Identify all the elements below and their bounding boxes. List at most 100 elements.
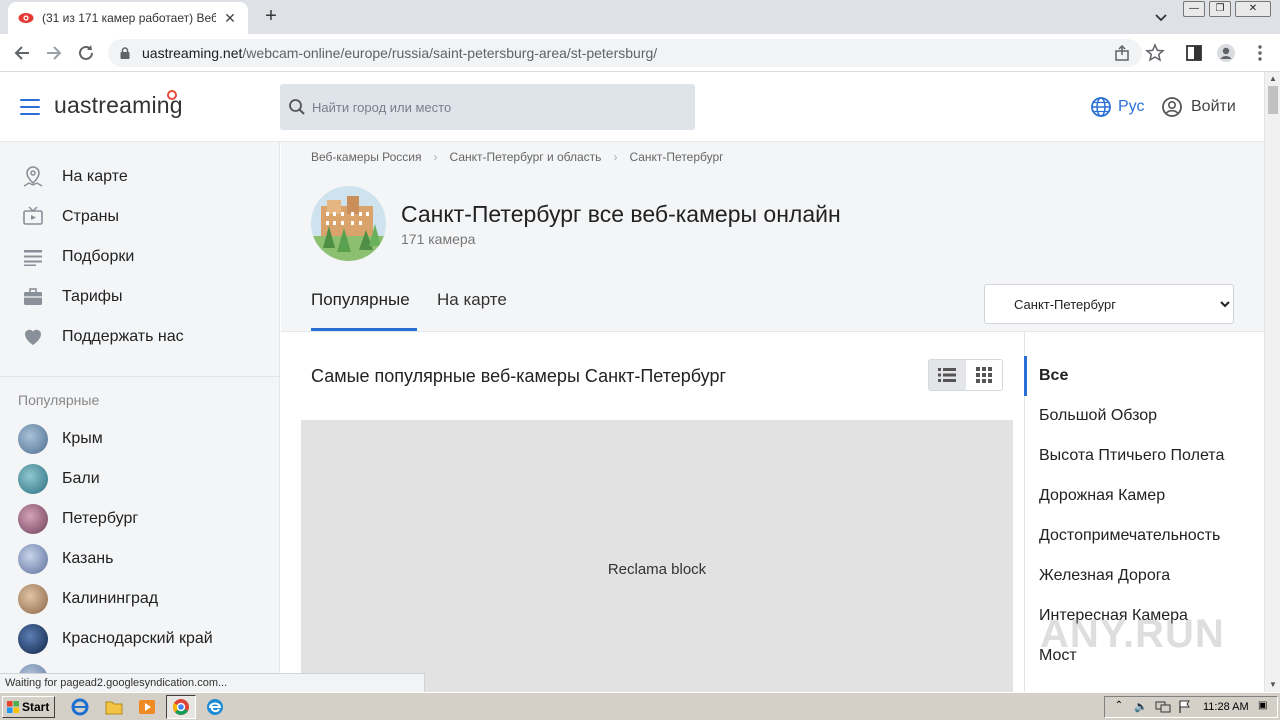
web-page: uastreaming Рус Войти На к (0, 72, 1264, 692)
media-player-icon[interactable] (137, 697, 157, 717)
address-bar[interactable]: uastreaming.net/webcam-online/europe/rus… (108, 39, 1142, 67)
category-item[interactable]: Достопримечательность (1039, 527, 1220, 545)
sidebar-item-collections[interactable]: Подборки (20, 245, 134, 269)
search-icon (289, 99, 305, 115)
tab-on-map[interactable]: На карте (437, 290, 507, 310)
profile-icon[interactable] (1216, 43, 1236, 63)
popular-item-petersburg[interactable]: Петербург (18, 504, 138, 534)
category-item[interactable]: Высота Птичьего Полета (1039, 447, 1224, 465)
sidebar-item-pricing[interactable]: Тарифы (20, 285, 122, 309)
minimize-button[interactable]: — (1183, 1, 1205, 17)
avatar (18, 504, 48, 534)
list-view-button[interactable] (929, 360, 966, 390)
popular-item-bali[interactable]: Бали (18, 464, 100, 494)
start-label: Start (22, 700, 50, 714)
search-box[interactable] (280, 84, 695, 130)
share-icon[interactable] (1112, 43, 1132, 63)
briefcase-icon (20, 285, 46, 309)
category-item[interactable]: Железная Дорога (1039, 567, 1170, 585)
taskbar: Start ⌃ 🔈 11:28 AM ▣ (0, 692, 1280, 720)
popular-item-kaliningrad[interactable]: Калининград (18, 584, 158, 614)
city-hero: Веб-камеры Россия › Санкт-Петербург и об… (281, 142, 1264, 332)
popular-item-kazan[interactable]: Казань (18, 544, 113, 574)
login-button[interactable]: Войти (1161, 96, 1236, 118)
avatar (18, 424, 48, 454)
reload-icon[interactable] (76, 43, 96, 63)
popular-item-krasnodar[interactable]: Краснодарский край (18, 624, 213, 654)
volume-icon[interactable]: 🔈 (1133, 700, 1149, 714)
breadcrumb-link[interactable]: Веб-камеры Россия (311, 150, 422, 164)
notification-icon[interactable]: ▣ (1255, 700, 1271, 714)
watermark-logo: ANY.RUN (1040, 612, 1225, 656)
url-path: /webcam-online/europe/russia/saint-peter… (242, 45, 658, 61)
grid-view-button[interactable] (965, 360, 1002, 390)
search-input[interactable] (312, 99, 682, 115)
popular-item-label: Крым (62, 430, 103, 447)
avatar (18, 624, 48, 654)
login-label: Войти (1191, 98, 1236, 115)
sidebar-item-countries[interactable]: Страны (20, 205, 119, 229)
grid-view-icon (975, 367, 992, 383)
popular-item-label: Калининград (62, 590, 159, 607)
popular-item-label: Петербург (62, 510, 139, 527)
more-menu-icon[interactable] (1250, 43, 1270, 63)
breadcrumb-link[interactable]: Санкт-Петербург и область (450, 150, 602, 164)
edge-icon[interactable] (205, 697, 225, 717)
sidebar-item-map[interactable]: На карте (20, 165, 128, 189)
new-tab-button[interactable]: + (260, 5, 282, 27)
tray-arrow-icon[interactable]: ⌃ (1111, 700, 1127, 714)
camera-count: 171 камера (401, 231, 476, 247)
list-icon (20, 245, 46, 269)
browser-status-text: Waiting for pagead2.googlesyndication.co… (0, 673, 425, 693)
network-icon[interactable] (1155, 700, 1171, 714)
scrollbar-thumb[interactable] (1268, 86, 1278, 114)
flag-icon[interactable] (1177, 700, 1193, 714)
city-select[interactable]: Санкт-Петербург (984, 284, 1234, 324)
browser-tab-strip: (31 из 171 камер работает) Веб-к ✕ + — ❐… (0, 0, 1280, 34)
logo-text: uastreaming (54, 92, 183, 118)
chevron-right-icon: › (433, 150, 438, 164)
category-item[interactable]: Все (1039, 367, 1068, 385)
sidebar-item-support[interactable]: Поддержать нас (20, 325, 184, 349)
avatar (18, 584, 48, 614)
folder-icon[interactable] (104, 697, 124, 717)
city-avatar (311, 186, 386, 261)
user-circle-icon (1162, 97, 1182, 117)
tab-search-chevron-icon[interactable] (1152, 8, 1170, 26)
back-arrow-icon[interactable] (12, 43, 32, 63)
tab-close-icon[interactable]: ✕ (222, 10, 238, 27)
view-toggle (928, 359, 1003, 391)
start-button[interactable]: Start (2, 696, 55, 718)
section-title: Самые популярные веб-камеры Санкт-Петерб… (311, 366, 727, 386)
language-label: Рус (1118, 98, 1145, 115)
forward-arrow-icon[interactable] (44, 43, 64, 63)
page-scrollbar[interactable]: ▲ ▼ (1264, 72, 1280, 692)
sidebar-item-label: На карте (62, 168, 128, 185)
site-header: uastreaming Рус Войти (0, 72, 1264, 142)
popular-item-crimea[interactable]: Крым (18, 424, 103, 454)
sidebar-divider (0, 376, 280, 377)
chevron-right-icon: › (613, 150, 618, 164)
url-host: uastreaming.net (142, 45, 243, 61)
lock-icon (120, 47, 130, 59)
system-tray: ⌃ 🔈 11:28 AM ▣ (1104, 696, 1278, 718)
tab-popular[interactable]: Популярные (311, 290, 410, 310)
eye-favicon-icon (18, 13, 34, 23)
sidebar-item-label: Поддержать нас (62, 328, 184, 345)
hamburger-menu-icon[interactable] (20, 99, 40, 115)
scroll-up-icon[interactable]: ▲ (1265, 72, 1280, 86)
chrome-icon[interactable] (171, 697, 191, 717)
site-logo[interactable]: uastreaming (54, 90, 183, 119)
language-switch[interactable]: Рус (1090, 96, 1145, 118)
scroll-down-icon[interactable]: ▼ (1265, 678, 1280, 692)
category-item[interactable]: Дорожная Камер (1039, 487, 1165, 505)
breadcrumb: Веб-камеры Россия › Санкт-Петербург и об… (311, 150, 724, 164)
restore-button[interactable]: ❐ (1209, 1, 1231, 17)
close-window-button[interactable]: ✕ (1235, 1, 1271, 17)
bookmark-star-icon[interactable] (1145, 43, 1165, 63)
category-item[interactable]: Большой Обзор (1039, 407, 1157, 425)
side-panel-icon[interactable] (1184, 43, 1204, 63)
windows-flag-icon (7, 701, 19, 713)
internet-explorer-icon[interactable] (70, 697, 90, 717)
browser-tab[interactable]: (31 из 171 камер работает) Веб-к ✕ (8, 2, 248, 34)
